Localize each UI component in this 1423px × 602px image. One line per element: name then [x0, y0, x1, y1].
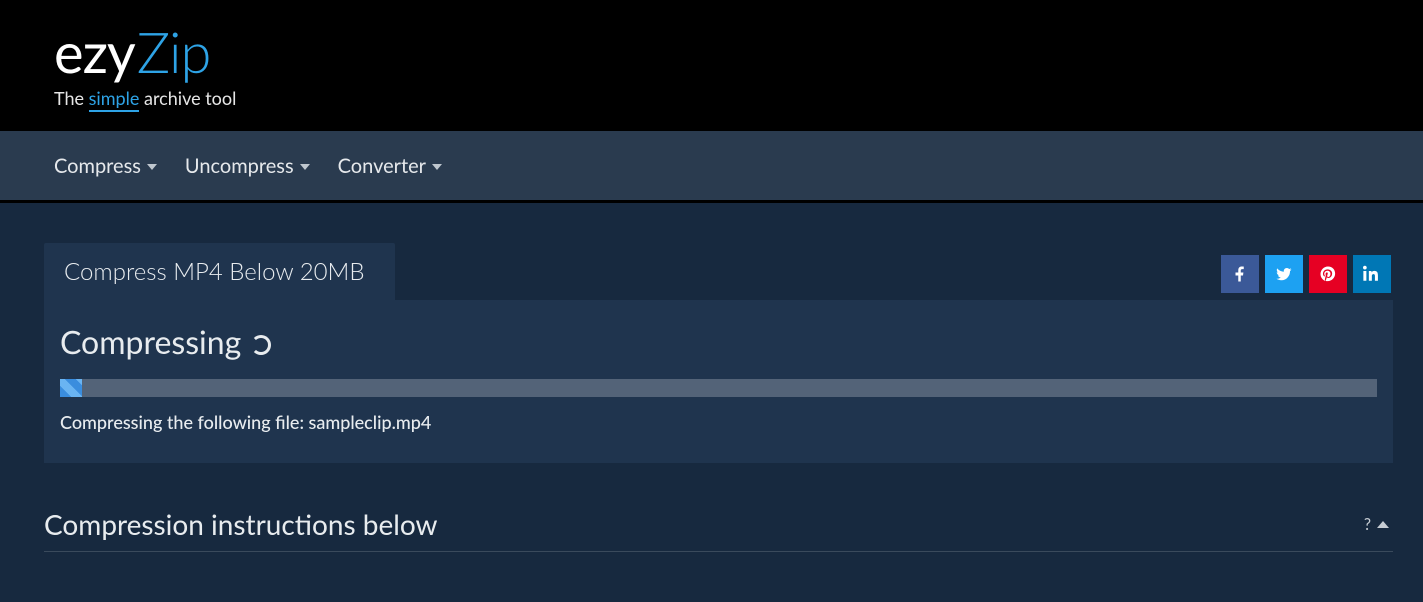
nav-item-compress[interactable]: Compress — [54, 154, 157, 178]
status-line: Compressing the following file: samplecl… — [60, 411, 1377, 433]
nav-label: Compress — [54, 154, 141, 178]
tagline-mid: simple — [89, 87, 140, 112]
nav-label: Converter — [338, 154, 426, 178]
instructions-header: Compression instructions below ? — [44, 507, 1393, 552]
chevron-down-icon — [300, 164, 310, 170]
main-nav: Compress Uncompress Converter — [0, 131, 1423, 203]
tagline-pre: The — [54, 87, 89, 109]
tab-row: Compress MP4 Below 20MB — [44, 243, 1393, 300]
chevron-down-icon — [432, 164, 442, 170]
chevron-up-icon — [1377, 521, 1389, 528]
brand-tagline: The simple archive tool — [54, 87, 1423, 109]
active-tab[interactable]: Compress MP4 Below 20MB — [44, 243, 395, 300]
nav-item-converter[interactable]: Converter — [338, 154, 442, 178]
linkedin-icon — [1363, 265, 1381, 283]
social-share-bar — [1221, 243, 1393, 293]
tab-title: Compress MP4 Below 20MB — [64, 257, 365, 286]
pinterest-share-button[interactable] — [1309, 255, 1347, 293]
spinner-icon — [251, 335, 271, 355]
facebook-share-button[interactable] — [1221, 255, 1259, 293]
twitter-icon — [1275, 265, 1293, 283]
tagline-post: archive tool — [139, 87, 236, 109]
pinterest-icon — [1319, 265, 1337, 283]
progress-bar — [60, 379, 1377, 397]
instructions-toggle[interactable]: ? — [1364, 515, 1393, 534]
brand-part2: Zip — [137, 18, 211, 85]
facebook-icon — [1231, 265, 1249, 283]
nav-item-uncompress[interactable]: Uncompress — [185, 154, 310, 178]
linkedin-share-button[interactable] — [1353, 255, 1391, 293]
page-body: Compress MP4 Below 20MB Compressing — [0, 203, 1423, 552]
panel-heading: Compressing — [60, 322, 241, 361]
twitter-share-button[interactable] — [1265, 255, 1303, 293]
instructions-title: Compression instructions below — [44, 507, 438, 541]
nav-label: Uncompress — [185, 154, 294, 178]
status-filename: sampleclip.mp4 — [309, 411, 432, 433]
progress-fill — [60, 379, 82, 397]
status-prefix: Compressing the following file: — [60, 411, 309, 433]
brand-header: ezy Zip The simple archive tool — [0, 0, 1423, 131]
chevron-down-icon — [147, 164, 157, 170]
help-symbol: ? — [1364, 515, 1371, 534]
brand-part1: ezy — [54, 18, 135, 85]
brand-link[interactable]: ezy Zip The simple archive tool — [54, 18, 1423, 109]
compression-panel: Compressing Compressing the following fi… — [44, 300, 1393, 463]
